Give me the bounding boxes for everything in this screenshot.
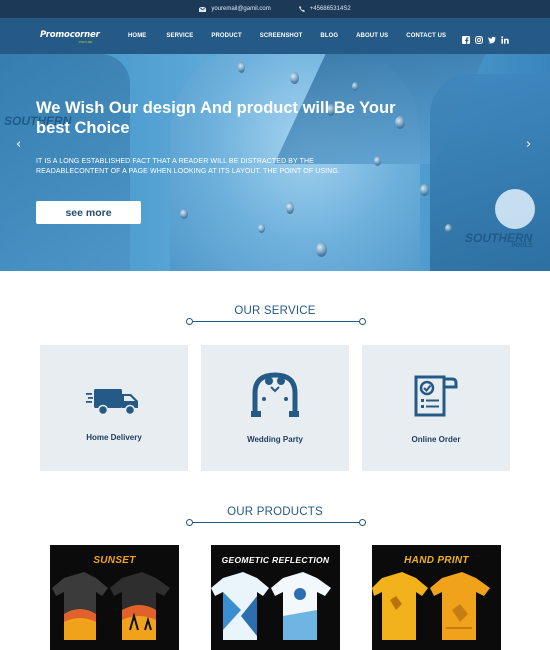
nav-menu: HOME SERVICE PRODUCT SCREENSHOT BLOG ABO… — [128, 18, 446, 54]
services-heading: OUR SERVICE — [234, 305, 316, 317]
nav-item-about-us[interactable]: ABOUT US — [356, 33, 388, 39]
logo-text: Promocorner — [40, 30, 100, 40]
product-title: HAND PRINT — [404, 555, 469, 566]
divider-dot — [186, 318, 193, 325]
hero-title: We Wish Our design And product will Be Y… — [36, 99, 396, 137]
phone-contact[interactable]: +456865314S2 — [298, 6, 351, 12]
products-heading: OUR PRODUCTS — [227, 506, 323, 518]
product-card-sunset[interactable]: SUNSET — [50, 545, 179, 650]
phone-icon — [298, 6, 305, 12]
product-hand-print-shirts-image — [372, 572, 490, 640]
delivery-truck-icon — [86, 389, 138, 416]
products-divider — [186, 519, 366, 527]
nav-item-product[interactable]: PRODUCT — [211, 33, 241, 39]
divider-dot — [359, 519, 366, 526]
brand-logo[interactable]: Promocorner .com.au — [40, 30, 110, 46]
service-card-online-order[interactable]: Online Order — [362, 345, 510, 471]
twitter-icon[interactable] — [488, 31, 496, 44]
divider-dot — [186, 519, 193, 526]
hero-description: IT IS A LONG ESTABLISHED FACT THAT A REA… — [36, 158, 340, 175]
email-contact[interactable]: youremail@gamil.com — [199, 6, 271, 12]
nav-item-service[interactable]: SERVICE — [166, 33, 193, 39]
water-drop-decoration — [395, 116, 405, 129]
logo-subtext: .com.au — [78, 39, 93, 44]
wedding-arch-icon — [251, 372, 299, 417]
carousel-next-arrow[interactable]: › — [526, 137, 531, 152]
product-card-hand-print[interactable]: HAND PRINT — [372, 545, 501, 650]
divider-line — [190, 522, 362, 523]
product-sunset-shirts-image — [52, 572, 170, 640]
hero-pool-logo — [495, 189, 535, 229]
hero-banner: SOUTHERN SOUTHERN POOLS We Wish Our desi… — [0, 54, 550, 271]
service-label: Online Order — [411, 435, 461, 444]
water-drop-decoration — [286, 202, 294, 214]
water-drop-decoration — [420, 184, 429, 196]
divider-line — [190, 321, 362, 322]
phone-text: +456865314S2 — [309, 6, 351, 12]
envelope-icon — [199, 6, 207, 12]
carousel-prev-arrow[interactable]: ‹ — [16, 137, 21, 152]
service-label: Wedding Party — [247, 435, 303, 444]
social-links — [462, 31, 509, 44]
service-label: Home Delivery — [86, 433, 142, 442]
water-drop-decoration — [180, 209, 188, 219]
nav-item-home[interactable]: HOME — [128, 33, 146, 39]
water-drop-decoration — [258, 224, 265, 233]
water-drop-decoration — [352, 82, 358, 91]
product-card-geometic-reflection[interactable]: GEOMETIC REFLECTION — [211, 545, 340, 650]
see-more-button[interactable]: see more — [36, 201, 141, 224]
water-drop-decoration — [445, 224, 452, 233]
divider-dot — [359, 318, 366, 325]
top-contact-bar: youremail@gamil.com +456865314S2 — [0, 0, 550, 18]
hero-brand-right: SOUTHERN POOLS — [465, 231, 532, 249]
email-text: youremail@gamil.com — [211, 6, 271, 12]
water-drop-decoration — [316, 242, 327, 257]
service-card-wedding-party[interactable]: Wedding Party — [201, 345, 349, 471]
nav-item-screenshot[interactable]: SCREENSHOT — [260, 33, 303, 39]
facebook-icon[interactable] — [462, 31, 470, 44]
water-drop-decoration — [290, 72, 299, 84]
order-document-icon — [414, 375, 458, 417]
instagram-icon[interactable] — [475, 31, 483, 44]
linkedin-icon[interactable] — [501, 31, 509, 44]
service-card-home-delivery[interactable]: Home Delivery — [40, 345, 188, 471]
product-title: GEOMETIC REFLECTION — [221, 555, 330, 565]
product-geometic-shirts-image — [211, 572, 331, 640]
services-divider — [186, 318, 366, 326]
water-drop-decoration — [238, 62, 245, 73]
nav-item-contact-us[interactable]: CONTACT US — [406, 33, 446, 39]
nav-item-blog[interactable]: BLOG — [320, 33, 338, 39]
main-navbar: Promocorner .com.au HOME SERVICE PRODUCT… — [0, 18, 550, 54]
product-title: SUNSET — [93, 555, 136, 566]
